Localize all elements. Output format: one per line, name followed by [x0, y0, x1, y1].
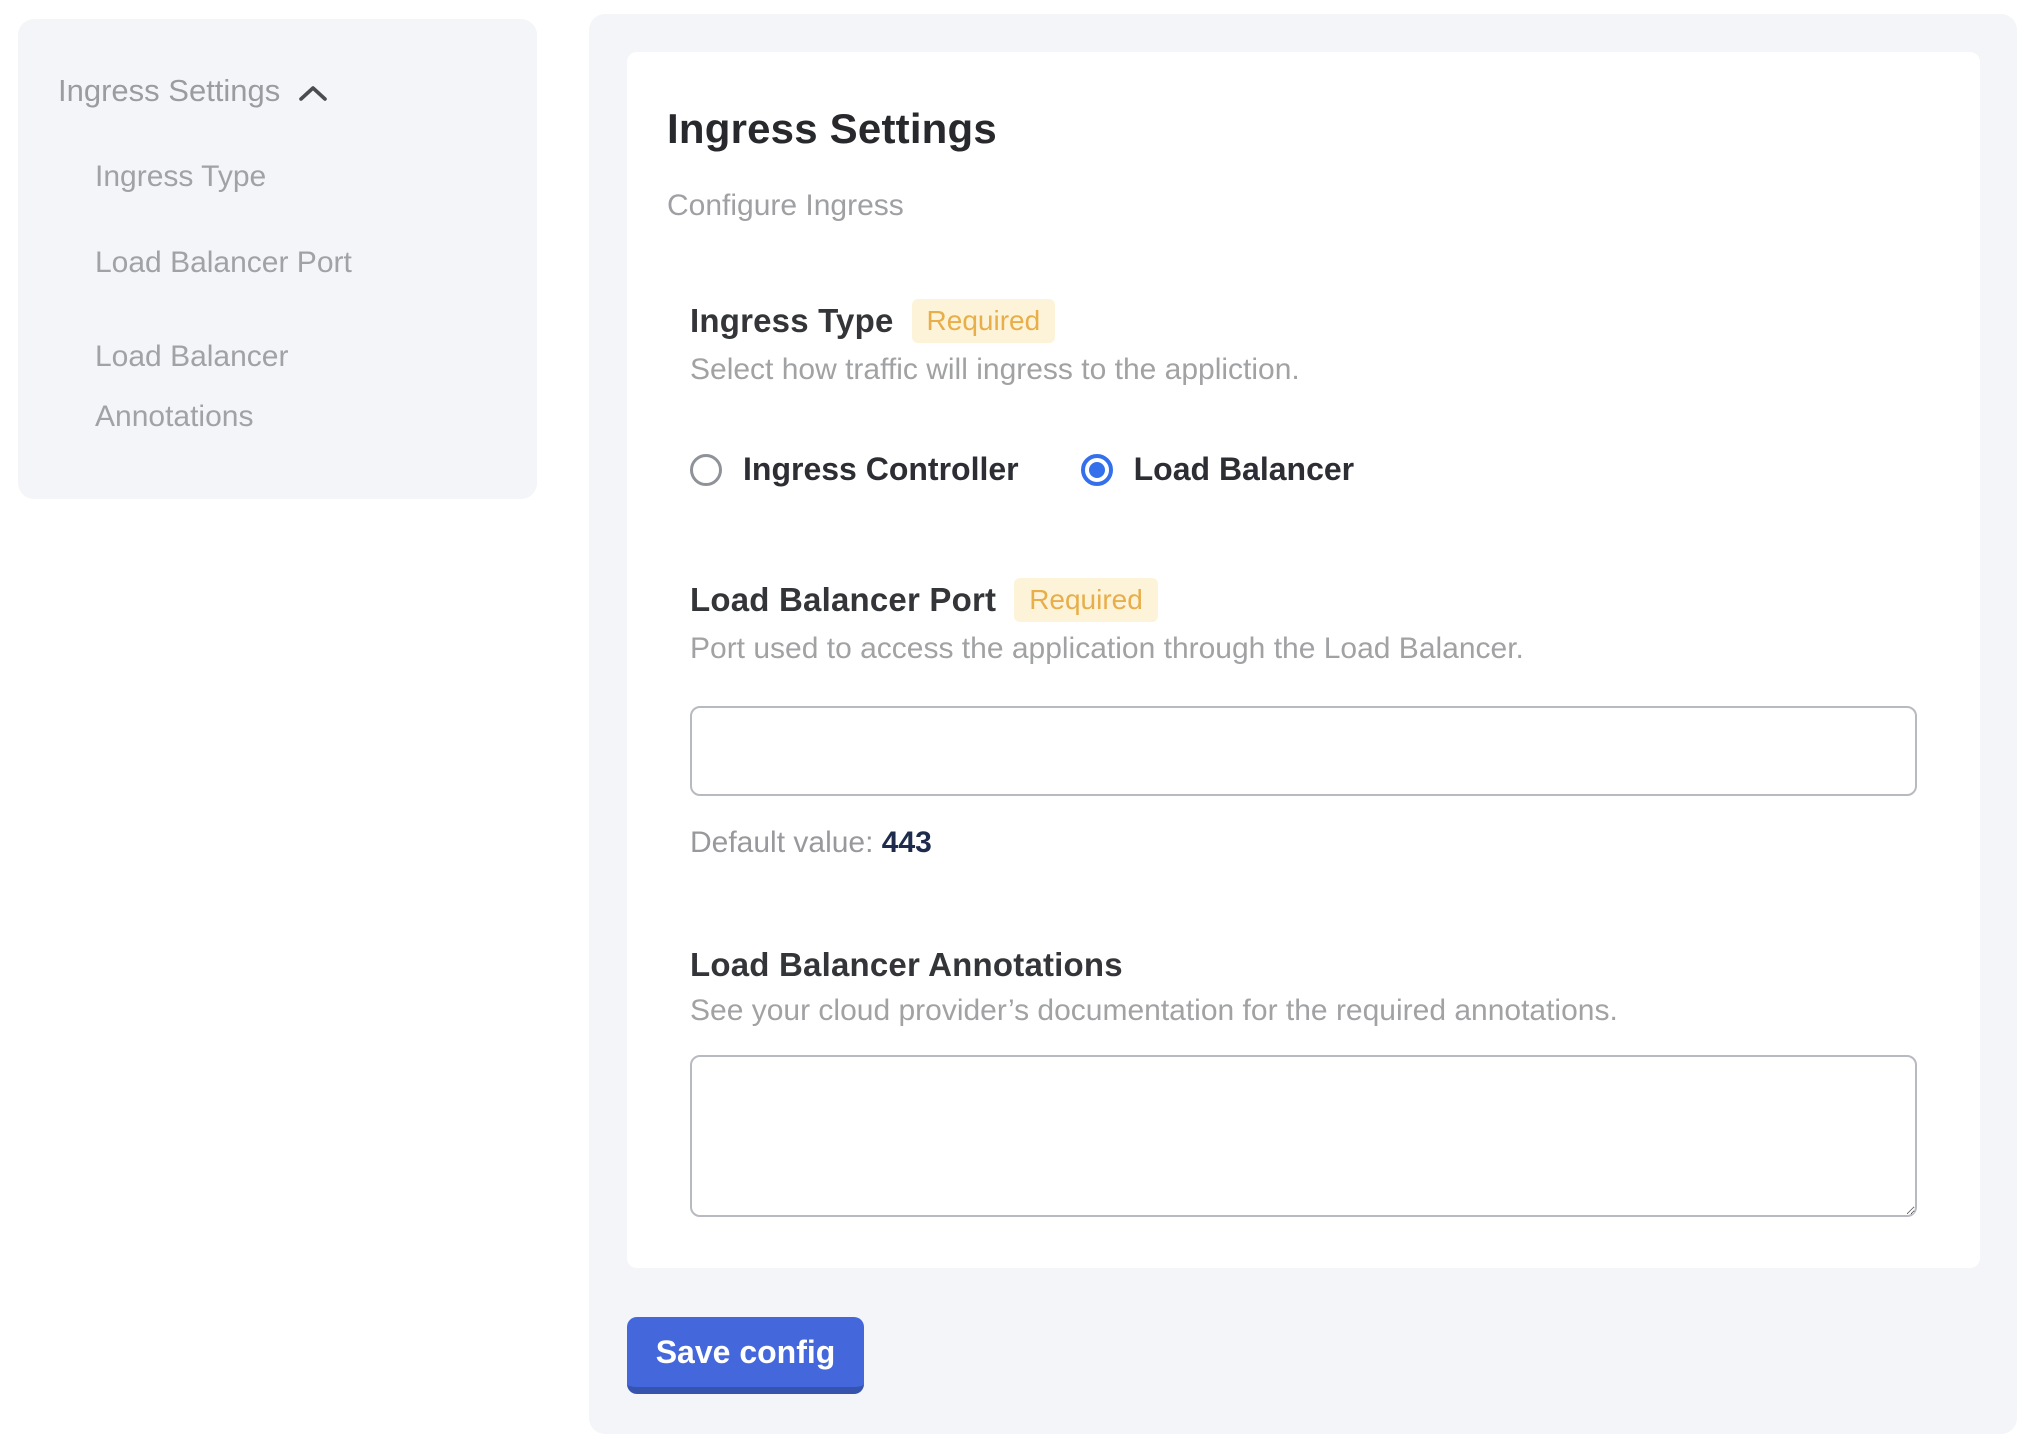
default-value-number: 443: [882, 826, 932, 859]
radio-unselected-icon[interactable]: [690, 454, 722, 486]
section-load-balancer-annotations: Load Balancer Annotations See your cloud…: [690, 946, 1917, 1217]
ingress-type-radio-group: Ingress Controller Load Balancer: [690, 451, 1917, 488]
section-load-balancer-port: Load Balancer Port Required Port used to…: [690, 578, 1917, 860]
main-panel: Ingress Settings Configure Ingress Ingre…: [589, 14, 2017, 1434]
default-value-label: Default value:: [690, 826, 873, 859]
radio-label: Ingress Controller: [743, 451, 1019, 488]
lb-annotations-heading: Load Balancer Annotations: [690, 946, 1123, 984]
required-badge: Required: [1014, 578, 1158, 622]
sidebar-item-load-balancer-port[interactable]: Load Balancer Port: [58, 241, 418, 285]
lb-annotations-description: See your cloud provider’s documentation …: [690, 994, 1917, 1028]
settings-nav-sidebar: Ingress Settings Ingress Type Load Balan…: [18, 19, 537, 499]
chevron-up-icon[interactable]: [298, 84, 328, 102]
section-ingress-type: Ingress Type Required Select how traffic…: [690, 299, 1917, 488]
load-balancer-port-input[interactable]: [690, 706, 1917, 796]
default-value-row: Default value: 443: [690, 826, 1917, 860]
ingress-settings-card: Ingress Settings Configure Ingress Ingre…: [627, 52, 1980, 1268]
radio-option-ingress-controller[interactable]: Ingress Controller: [690, 451, 1019, 488]
radio-option-load-balancer[interactable]: Load Balancer: [1081, 451, 1355, 488]
radio-selected-icon[interactable]: [1081, 454, 1113, 486]
page-subtitle: Configure Ingress: [667, 189, 1917, 223]
sidebar-item-ingress-type[interactable]: Ingress Type: [58, 155, 418, 199]
sidebar-section-ingress-settings[interactable]: Ingress Settings: [58, 71, 497, 111]
page-title: Ingress Settings: [667, 105, 1917, 153]
radio-label: Load Balancer: [1134, 451, 1355, 488]
required-badge: Required: [912, 299, 1056, 343]
sidebar-item-load-balancer-annotations[interactable]: Load Balancer Annotations: [58, 327, 418, 447]
ingress-type-description: Select how traffic will ingress to the a…: [690, 353, 1917, 387]
sidebar-section-label: Ingress Settings: [58, 71, 280, 111]
lb-port-heading: Load Balancer Port: [690, 581, 996, 619]
ingress-type-heading: Ingress Type: [690, 302, 894, 340]
save-config-button[interactable]: Save config: [627, 1317, 864, 1394]
lb-port-description: Port used to access the application thro…: [690, 632, 1917, 666]
load-balancer-annotations-textarea[interactable]: [690, 1055, 1917, 1217]
